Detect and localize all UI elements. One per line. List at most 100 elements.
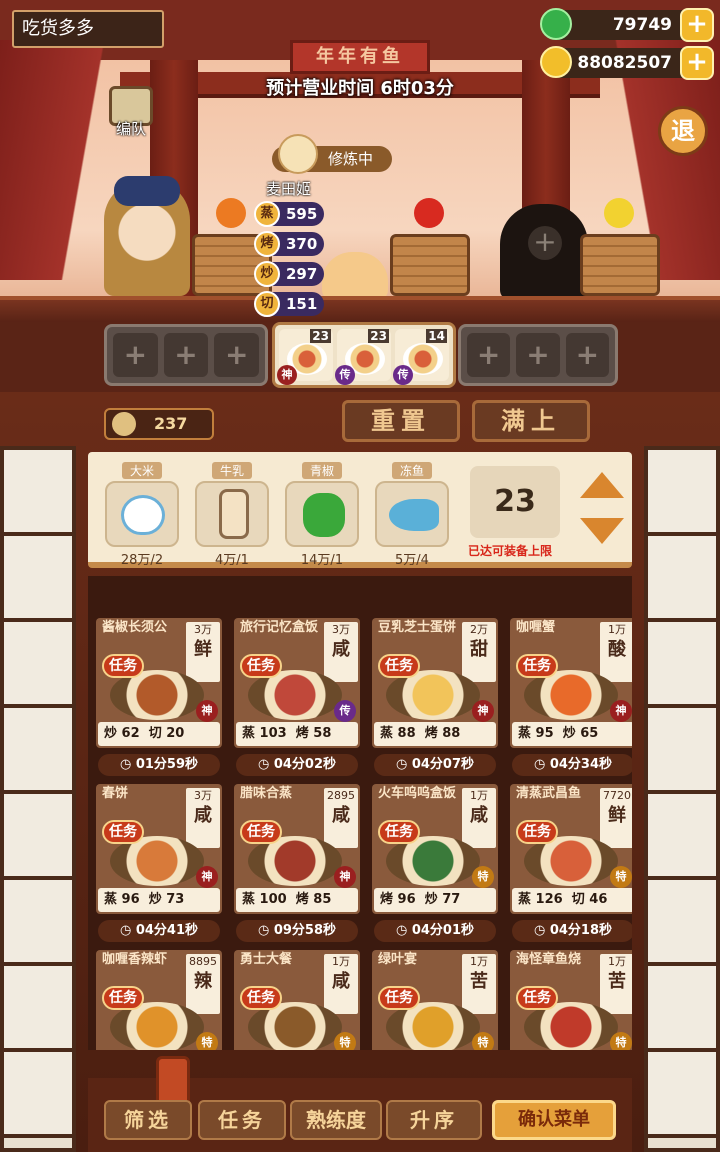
- proficiency-sort-button[interactable]: 熟练度: [290, 1100, 382, 1140]
- rank-badge: 神: [196, 700, 218, 722]
- task-sort-button[interactable]: 任务: [198, 1100, 286, 1140]
- skill-1: 烤: [380, 892, 394, 907]
- dish-price-tag: 3万咸: [186, 788, 220, 848]
- dish-card[interactable]: 海怪章鱼烧 1万苦任务特: [510, 950, 632, 1050]
- skill-1-value: 88: [397, 726, 416, 741]
- dish-card[interactable]: 勇士大餐 1万咸任务特: [234, 950, 360, 1050]
- task-badge: 任务: [240, 654, 282, 678]
- skill-2: 烤: [295, 892, 309, 907]
- dish-price: 1万: [608, 955, 626, 968]
- cook-time: 04分18秒: [549, 923, 613, 938]
- team-button[interactable]: 编队: [104, 86, 158, 144]
- rank-badge: 神: [610, 700, 632, 722]
- reset-button[interactable]: 重置: [342, 400, 460, 442]
- slot-group-right: + + +: [458, 324, 618, 386]
- apple-icon: [414, 198, 444, 228]
- rank-badge: 传: [335, 365, 355, 385]
- quantity-up-arrow-icon[interactable]: [580, 472, 624, 498]
- ingredient-name: 牛乳: [211, 462, 252, 479]
- selected-dish[interactable]: 23 传: [335, 329, 391, 385]
- dish-price-tag: 7720 鲜: [600, 788, 632, 848]
- ingredient-amount: 28万/2: [120, 553, 164, 568]
- skill-1: 蒸: [242, 892, 256, 907]
- empty-menu-slot[interactable]: +: [565, 333, 609, 377]
- dish-card[interactable]: 腊味合蒸 2895 咸任务神蒸 100 烤 85 ◷ 09分58秒: [234, 784, 360, 944]
- dish-name: 春饼: [102, 786, 129, 801]
- skill-2-value: 73: [166, 892, 185, 907]
- milk-jar-icon: [219, 489, 249, 539]
- chef-status: 修炼中: [328, 150, 374, 168]
- chef-status-badge: 修炼中: [272, 134, 392, 174]
- dish-price-tag: 8895 辣: [186, 954, 220, 1014]
- dish-card[interactable]: 咖喱蟹 1万酸任务神蒸 95 炒 65 ◷ 04分34秒: [510, 618, 632, 778]
- empty-menu-slot[interactable]: +: [467, 333, 511, 377]
- ingredient-milk[interactable]: 牛乳 4万/1: [192, 460, 272, 568]
- steam-value: 595: [286, 205, 318, 223]
- add-green-currency-button[interactable]: +: [680, 8, 714, 42]
- empty-menu-slot[interactable]: +: [163, 333, 209, 377]
- filter-button[interactable]: 筛选: [104, 1100, 192, 1140]
- rank-badge: 特: [472, 866, 494, 888]
- dish-skill-stats: 蒸 126 切 46: [512, 888, 632, 912]
- steam-tag: 蒸: [254, 201, 280, 227]
- dish-card[interactable]: 春饼 3万咸任务神蒸 96 炒 73 ◷ 04分41秒: [96, 784, 222, 944]
- selected-dish[interactable]: 23 神: [277, 329, 333, 385]
- clock-icon: ◷: [257, 757, 274, 772]
- dish-price-tag: 1万苦: [462, 954, 496, 1014]
- cook-time: 04分02秒: [273, 757, 337, 772]
- dish-name: 旅行记忆盒饭: [240, 620, 319, 635]
- empty-menu-slot[interactable]: +: [113, 333, 158, 377]
- chef-stat-cut: 切 151: [254, 291, 324, 317]
- rank-badge: 特: [334, 1032, 356, 1050]
- dish-skill-stats: 炒 62 切 20: [98, 722, 220, 746]
- recipe-stock[interactable]: 237: [104, 408, 214, 440]
- skill-1: 蒸: [518, 892, 532, 907]
- player-name[interactable]: 吃货多多: [12, 10, 164, 48]
- dish-card[interactable]: 咖喱香辣虾 8895 辣任务特: [96, 950, 222, 1050]
- empty-chef-slot[interactable]: +: [500, 204, 588, 300]
- task-badge: 任务: [516, 986, 558, 1010]
- ingredient-fish[interactable]: 冻鱼 5万/4: [372, 460, 452, 568]
- quantity-down-arrow-icon[interactable]: [580, 518, 624, 544]
- skill-1: 蒸: [104, 892, 118, 907]
- exit-button[interactable]: 退: [658, 106, 708, 156]
- dish-taste: 苦: [470, 971, 488, 992]
- confirm-menu-button[interactable]: 确认菜单: [492, 1100, 616, 1140]
- empty-menu-slot[interactable]: +: [516, 333, 560, 377]
- quantity-limit-note: 已达可装备上限: [468, 544, 553, 558]
- dish-card[interactable]: 豆乳芝士蛋饼 2万甜任务神蒸 88 烤 88 ◷ 04分07秒: [372, 618, 498, 778]
- ascending-sort-button[interactable]: 升序: [386, 1100, 482, 1140]
- clock-icon: ◷: [257, 923, 274, 938]
- skill-2-value: 58: [313, 726, 332, 741]
- rank-badge: 神: [334, 866, 356, 888]
- skill-2: 炒: [148, 892, 162, 907]
- shoji-right: [644, 446, 720, 1152]
- dish-card[interactable]: 火车呜呜盒饭 1万咸任务特烤 96 炒 77 ◷ 04分01秒: [372, 784, 498, 944]
- dish-price: 2895: [327, 789, 355, 802]
- ingredient-rice[interactable]: 大米 28万/2: [102, 460, 182, 568]
- dish-card[interactable]: 旅行记忆盒饭 3万咸任务传蒸 103 烤 58 ◷ 04分02秒: [234, 618, 360, 778]
- dish-card[interactable]: 清蒸武昌鱼 7720 鲜任务特蒸 126 切 46 ◷ 04分18秒: [510, 784, 632, 944]
- empty-menu-slot[interactable]: +: [214, 333, 260, 377]
- rank-badge: 神: [277, 365, 297, 385]
- chef-character[interactable]: [104, 176, 190, 296]
- dish-price-tag: 1万咸: [462, 788, 496, 848]
- dish-name: 勇士大餐: [240, 952, 293, 967]
- clock-icon: ◷: [533, 923, 550, 938]
- task-badge: 任务: [378, 986, 420, 1010]
- dish-taste: 甜: [470, 639, 488, 660]
- dish-card[interactable]: 绿叶宴 1万苦任务特: [372, 950, 498, 1050]
- skill-1-value: 96: [121, 892, 140, 907]
- dish-name: 豆乳芝士蛋饼: [378, 620, 457, 635]
- ingredient-pepper[interactable]: 青椒 14万/1: [282, 460, 362, 568]
- dish-price-tag: 3万鲜: [186, 622, 220, 682]
- dish-grid: 酱椒长须公 3万鲜任务神炒 62 切 20 ◷ 01分59秒 旅行记忆盒饭 3万咸任务传…: [88, 576, 632, 1050]
- dish-name: 海怪章鱼烧: [516, 952, 582, 967]
- green-currency-value: 79749: [612, 15, 672, 35]
- fill-button[interactable]: 满上: [472, 400, 590, 442]
- cook-time: 04分07秒: [411, 757, 475, 772]
- dish-price: 2万: [470, 623, 488, 636]
- selected-dish[interactable]: 14 传: [393, 329, 449, 385]
- dish-card[interactable]: 酱椒长须公 3万鲜任务神炒 62 切 20 ◷ 01分59秒: [96, 618, 222, 778]
- dish-name: 腊味合蒸: [240, 786, 293, 801]
